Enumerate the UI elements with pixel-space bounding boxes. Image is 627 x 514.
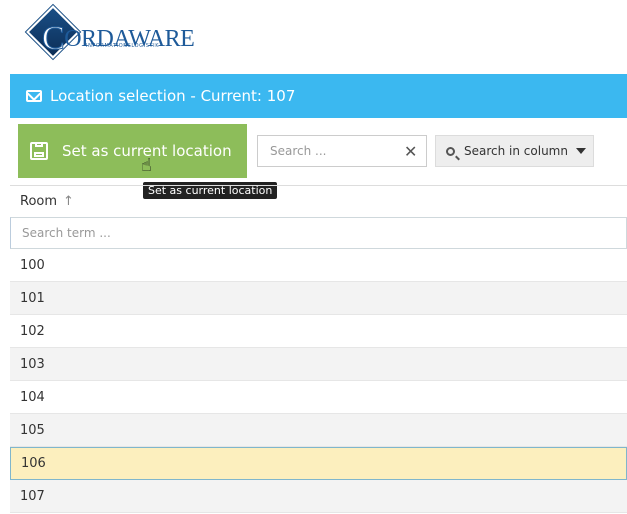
room-cell: 105 [20, 422, 45, 438]
panel-title: Location selection - Current: 107 [50, 87, 296, 105]
table-row-selected[interactable]: 106 [10, 447, 627, 480]
column-filter-input[interactable] [20, 225, 584, 241]
floppy-disk-icon [30, 142, 48, 160]
room-cell: 107 [20, 488, 45, 504]
set-current-location-button[interactable]: Set as current location [18, 124, 247, 178]
column-header-room[interactable]: Room ↑ [10, 185, 627, 217]
envelope-icon [26, 90, 42, 102]
table-row[interactable]: 107 [10, 480, 627, 513]
room-cell: 101 [20, 290, 45, 306]
caret-down-icon [575, 148, 586, 154]
column-header-label: Room [20, 194, 58, 209]
table-row[interactable]: 102 [10, 315, 627, 348]
search-in-column-dropdown[interactable]: Search in column [435, 135, 594, 167]
table-row[interactable]: 100 [10, 249, 627, 282]
search-icon [446, 146, 455, 156]
search-in-column-label: Search in column [464, 144, 568, 158]
room-cell: 104 [20, 389, 45, 405]
search-box: ✕ [257, 135, 427, 167]
column-filter [10, 217, 627, 249]
room-cell: 102 [20, 323, 45, 339]
panel-titlebar: Location selection - Current: 107 [10, 74, 627, 118]
logo-wordmark: CORDAWARE [41, 20, 195, 58]
table-row[interactable]: 103 [10, 348, 627, 381]
cordaware-logo: CORDAWARE INFORMATIONSLOGISTIK [26, 5, 195, 59]
room-cell: 103 [20, 356, 45, 372]
table-row[interactable]: 104 [10, 381, 627, 414]
table-row[interactable]: 105 [10, 414, 627, 447]
table-row[interactable]: 101 [10, 282, 627, 315]
sort-ascending-icon: ↑ [63, 194, 74, 209]
hand-cursor-icon: ☝ [141, 155, 152, 176]
clear-search-icon[interactable]: ✕ [404, 142, 417, 161]
room-cell: 106 [21, 456, 46, 471]
search-input[interactable] [268, 143, 402, 159]
room-cell: 100 [20, 257, 45, 273]
room-grid: Room ↑ 100 101 102 103 104 105 106 107 [10, 185, 627, 513]
logo-subtitle: INFORMATIONSLOGISTIK [86, 43, 160, 49]
